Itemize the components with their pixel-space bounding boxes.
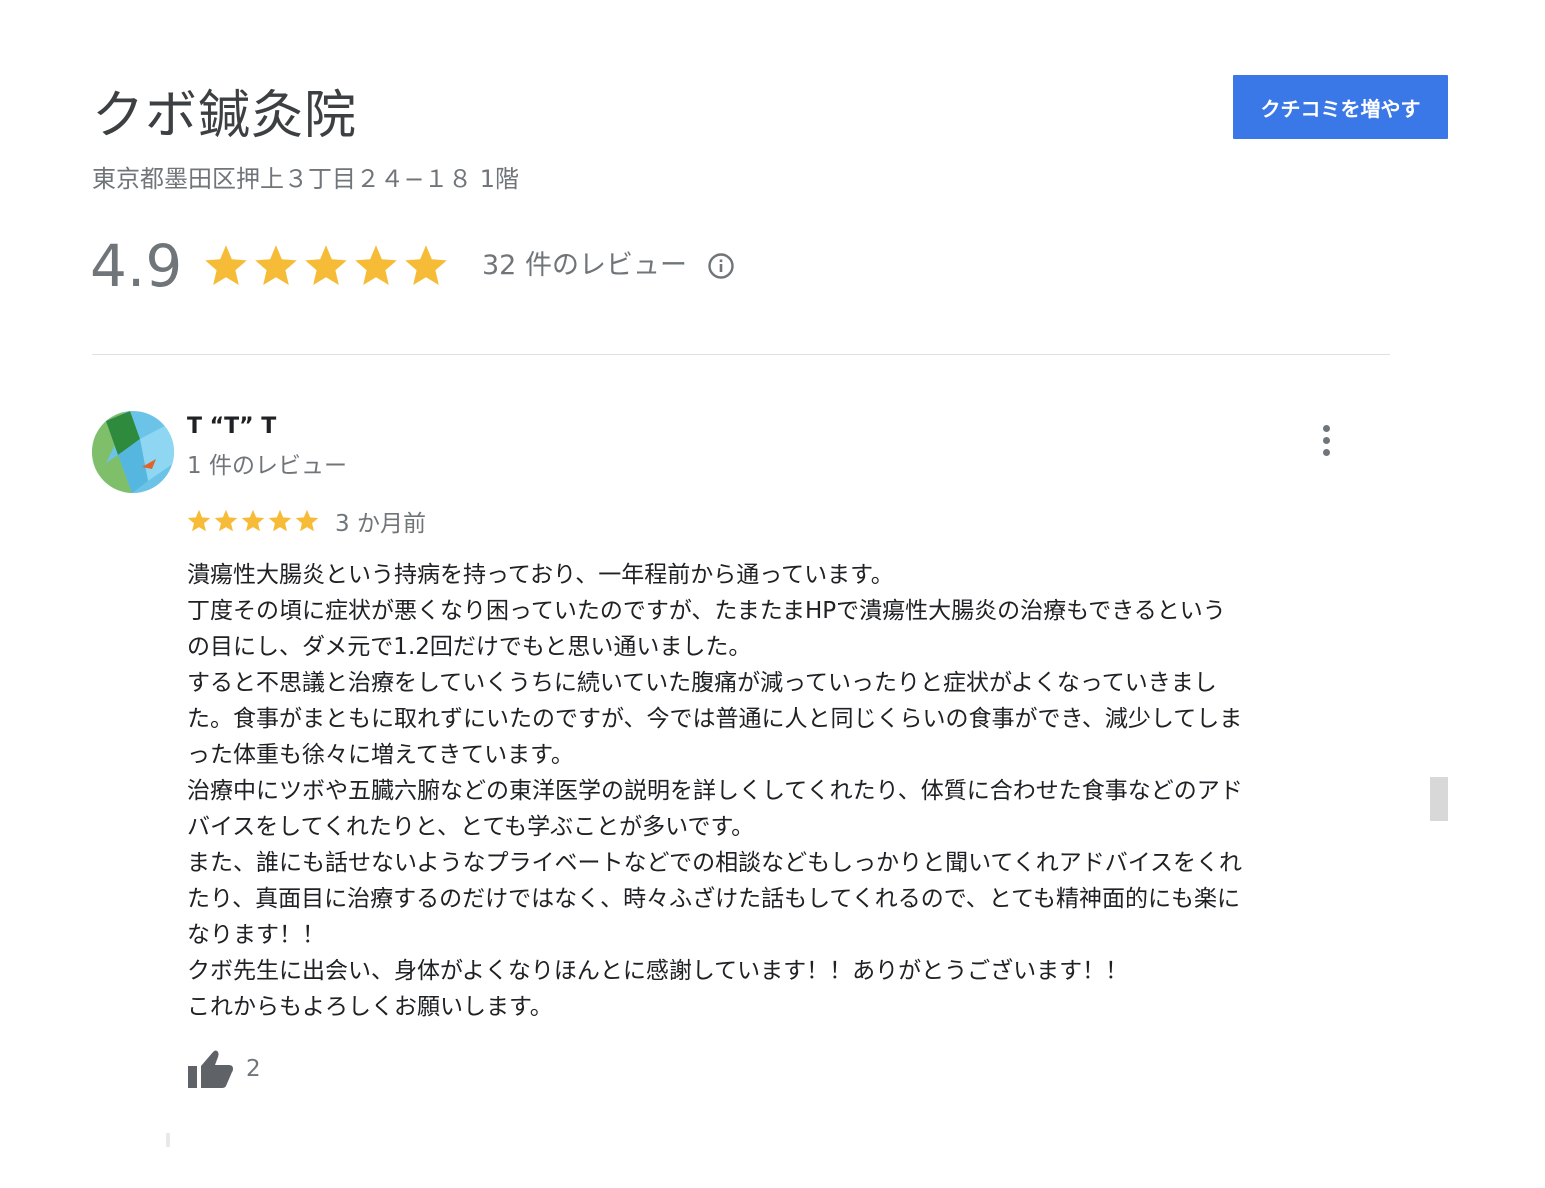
star-icon [214,509,238,532]
review-date: 3 か月前 [335,511,426,537]
review-count-link[interactable]: 32 件のレビュー [482,228,687,304]
more-vert-icon-dot [1322,448,1330,456]
rating-stars [202,242,452,290]
review-line: 丁度その頃に症状が悪くなり困っていたのですが、たまたまHPで潰瘍性大腸炎の治療も… [187,598,1226,624]
review-text: 潰瘍性大腸炎という持病を持っており、一年程前から通っています。 丁度その頃に症状… [187,557,1392,1025]
star-icon [305,245,347,285]
star-icon [405,245,447,285]
review-line: た。食事がまともに取れずにいたのですが、今では普通に人と同じくらいの食事ができ、… [187,706,1243,732]
review-line: の目にし、ダメ元で1.2回だけでもと思い通いました。 [187,634,752,660]
avatar-image [92,411,174,493]
star-icon [295,509,319,532]
thumb-up-icon[interactable] [186,1046,234,1092]
like-row: 2 [186,1046,261,1092]
reviewer-name[interactable]: T “T” T [187,410,276,444]
like-count: 2 [246,1056,261,1082]
more-vert-icon-dot [1322,436,1330,444]
review-stars [186,508,321,534]
info-icon[interactable] [707,252,735,280]
scrollbar-thumb[interactable] [1430,777,1448,821]
review-line: また、誰にも話せないようなプライベートなどでの相談などもしっかりと聞いてくれアド… [187,850,1243,876]
star-icon [255,245,297,285]
reviewer-review-count: 1 件のレビュー [187,453,347,479]
star-icon [355,245,397,285]
rating-summary: 4.9 32 件のレビュー [90,228,735,304]
divider [92,354,1390,355]
place-title: クボ鍼灸院 [92,86,358,146]
more-vert-icon [1322,424,1330,432]
star-icon [268,509,292,532]
divider-fragment [166,1133,170,1147]
star-icon [205,245,247,285]
review-line: たり、真面目に治療するのだけではなく、時々ふざけた話もしてくれるので、とても精神… [187,886,1240,912]
review-line: 潰瘍性大腸炎という持病を持っており、一年程前から通っています。 [187,562,894,588]
review-line: なります！！ [187,922,325,948]
review-line: これからもよろしくお願いします。 [187,994,553,1020]
review-line: クボ先生に出会い、身体がよくなりほんとに感謝しています！！ありがとうございます！… [187,958,1129,984]
star-icon [241,509,265,532]
avatar[interactable] [92,411,174,493]
add-review-button[interactable]: クチコミを増やす [1233,75,1448,139]
review-line: 治療中にツボや五臓六腑などの東洋医学の説明を詳しくしてくれたり、体質に合わせた食… [187,778,1243,804]
place-address: 東京都墨田区押上３丁目２４−１８ 1階 [92,165,520,193]
review-rating: 3 か月前 [186,503,426,539]
star-icon [187,509,211,532]
review-line: った体重も徐々に増えてきています。 [187,742,574,768]
review-line: すると不思議と治療をしていくうちに続いていた腹痛が減っていったりと症状がよくなっ… [187,670,1217,696]
rating-score: 4.9 [90,232,183,300]
review-line: バイスをしてくれたりと、とても学ぶことが多いです。 [187,814,755,840]
more-options-button[interactable] [1308,420,1344,460]
